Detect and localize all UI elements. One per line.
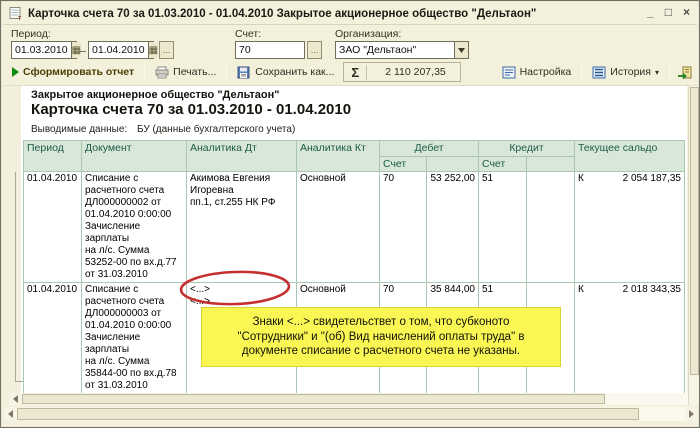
annotation-callout: Знаки <...> свидетельствет о том, что су… <box>201 307 561 367</box>
col-header-document: Документ <box>81 140 187 172</box>
grouping-bracket[interactable] <box>15 172 23 382</box>
history-label: История <box>610 66 651 78</box>
organization-value[interactable]: ЗАО "Дельтаон" <box>336 42 454 58</box>
filter-panel: Период: Счет: Организация: 01.03.2010 ▦ … <box>3 25 697 59</box>
period-from-value[interactable]: 01.03.2010 <box>12 42 71 58</box>
titlebar: т Карточка счета 70 за 01.03.2010 - 01.0… <box>3 3 697 25</box>
cell-period[interactable]: 01.04.2010 <box>23 171 82 283</box>
report-title: Карточка счета 70 за 01.03.2010 - 01.04.… <box>31 101 352 118</box>
balance-value: 2 054 187,35 <box>622 173 681 184</box>
horizontal-scrollbar-thumb[interactable] <box>22 394 605 404</box>
period-more-button[interactable]: ... <box>159 41 174 59</box>
window-controls: _ □ × <box>647 4 690 20</box>
sum-display: Σ 2 110 207,35 <box>343 62 461 82</box>
report-output-label: Выводимые данные: <box>31 124 128 135</box>
save-as-button[interactable]: Сохранить как... <box>234 64 337 81</box>
col-header-analytics-kt: Аналитика Кт <box>296 140 380 172</box>
period-dash: – <box>80 45 86 57</box>
chevron-down-icon: ▾ <box>654 67 659 77</box>
generate-report-button[interactable]: Сформировать отчет <box>9 64 137 80</box>
period-to-value[interactable]: 01.04.2010 <box>89 42 148 58</box>
cell-document[interactable]: Списание с расчетного счета ДЛ000000002 … <box>81 171 187 283</box>
toolbar-separator <box>669 63 670 81</box>
app-window: т Карточка счета 70 за 01.03.2010 - 01.0… <box>0 0 700 428</box>
account-value[interactable]: 70 <box>236 42 304 58</box>
organization-select[interactable]: ЗАО "Дельтаон" <box>335 41 469 59</box>
window-horizontal-scrollbar[interactable] <box>4 407 698 421</box>
balance-value: 2 018 343,35 <box>622 284 681 295</box>
period-from-field[interactable]: 01.03.2010 ▦ <box>11 41 82 59</box>
scroll-right-icon[interactable] <box>685 407 698 421</box>
vertical-scrollbar[interactable] <box>688 86 699 405</box>
cell-credit-account[interactable]: 51 <box>478 171 527 283</box>
horizontal-scrollbar-thumb[interactable] <box>17 408 639 420</box>
toolbar-separator <box>144 63 146 81</box>
dock-report-icon[interactable] <box>677 66 692 79</box>
minimize-button[interactable]: _ <box>647 4 654 20</box>
account-field[interactable]: 70 <box>235 41 305 59</box>
svg-text:т: т <box>18 15 22 20</box>
save-icon <box>237 66 251 79</box>
col-header-debit: Дебет <box>379 140 479 157</box>
scrollbar-track[interactable] <box>605 393 688 405</box>
toolbar-separator <box>581 63 583 81</box>
org-label: Организация: <box>335 28 402 40</box>
account-more-button[interactable]: ... <box>307 41 322 59</box>
report-output-value: БУ (данные бухгалтерского учета) <box>136 124 296 135</box>
col-header-period: Период <box>23 140 82 172</box>
account-label: Счет: <box>235 28 262 40</box>
col-header-debit-sum <box>426 156 479 172</box>
col-header-credit: Кредит <box>478 140 575 157</box>
settings-icon <box>502 66 516 79</box>
play-icon <box>12 67 19 77</box>
col-header-credit-account: Счет <box>478 156 527 172</box>
settings-button[interactable]: Настройка <box>499 64 575 81</box>
report-document-icon: т <box>9 7 23 22</box>
cell-debit-sum[interactable]: 53 252,00 <box>426 171 479 283</box>
cell-credit-sum[interactable] <box>526 171 575 283</box>
col-header-balance: Текущее сальдо <box>574 140 685 172</box>
calendar-icon[interactable]: ▦ <box>147 42 159 58</box>
history-button[interactable]: История ▾ <box>589 64 662 81</box>
maximize-button[interactable]: □ <box>665 4 672 20</box>
printer-icon <box>155 66 169 79</box>
sum-value: 2 110 207,35 <box>385 66 446 78</box>
period-label: Период: <box>11 28 51 40</box>
report-horizontal-scrollbar[interactable] <box>9 393 688 405</box>
history-icon <box>592 66 606 79</box>
cell-document[interactable]: Списание с расчетного счета ДЛ000000003 … <box>81 282 187 393</box>
col-header-debit-account: Счет <box>379 156 427 172</box>
cell-period[interactable]: 01.04.2010 <box>23 282 82 393</box>
scrollbar-track[interactable] <box>639 407 685 421</box>
cell-debit-account[interactable]: 70 <box>379 171 427 283</box>
window-title: Карточка счета 70 за 01.03.2010 - 01.04.… <box>28 7 537 20</box>
balance-side: К <box>578 173 584 184</box>
balance-side: К <box>578 284 584 295</box>
col-header-analytics-dt: Аналитика Дт <box>186 140 297 172</box>
report-area: Закрытое акционерное общество "Дельтаон"… <box>9 86 687 393</box>
toolbar-separator <box>226 63 228 81</box>
close-button[interactable]: × <box>683 4 690 20</box>
cell-balance[interactable]: К 2 018 343,35 <box>574 282 685 393</box>
generate-report-label: Сформировать отчет <box>23 66 135 78</box>
print-label: Печать... <box>173 66 217 78</box>
table-row[interactable]: 01.04.2010 Списание с расчетного счета Д… <box>23 171 685 283</box>
chevron-down-icon[interactable] <box>454 42 468 58</box>
red-circle-annotation <box>179 270 291 306</box>
report-output-line: Выводимые данные: БУ (данные бухгалтерск… <box>31 124 295 135</box>
cell-analytics-dt[interactable]: Акимова Евгения Игоревна пп.1, ст.255 НК… <box>186 171 297 283</box>
print-button[interactable]: Печать... <box>152 64 219 81</box>
report-company: Закрытое акционерное общество "Дельтаон" <box>31 89 280 101</box>
scroll-left-icon[interactable] <box>9 393 22 405</box>
col-header-credit-sum <box>526 156 575 172</box>
sigma-button[interactable]: Σ <box>344 64 368 80</box>
scroll-left-icon[interactable] <box>4 407 17 421</box>
period-to-field[interactable]: 01.04.2010 ▦ <box>88 41 159 59</box>
cell-balance[interactable]: К 2 054 187,35 <box>574 171 685 283</box>
cell-analytics-kt[interactable]: Основной <box>296 171 380 283</box>
settings-label: Настройка <box>519 66 572 78</box>
toolbar: Сформировать отчет Печать... Сохранить к… <box>3 59 697 86</box>
vertical-scrollbar-thumb[interactable] <box>690 87 699 375</box>
save-as-label: Сохранить как... <box>255 66 335 78</box>
